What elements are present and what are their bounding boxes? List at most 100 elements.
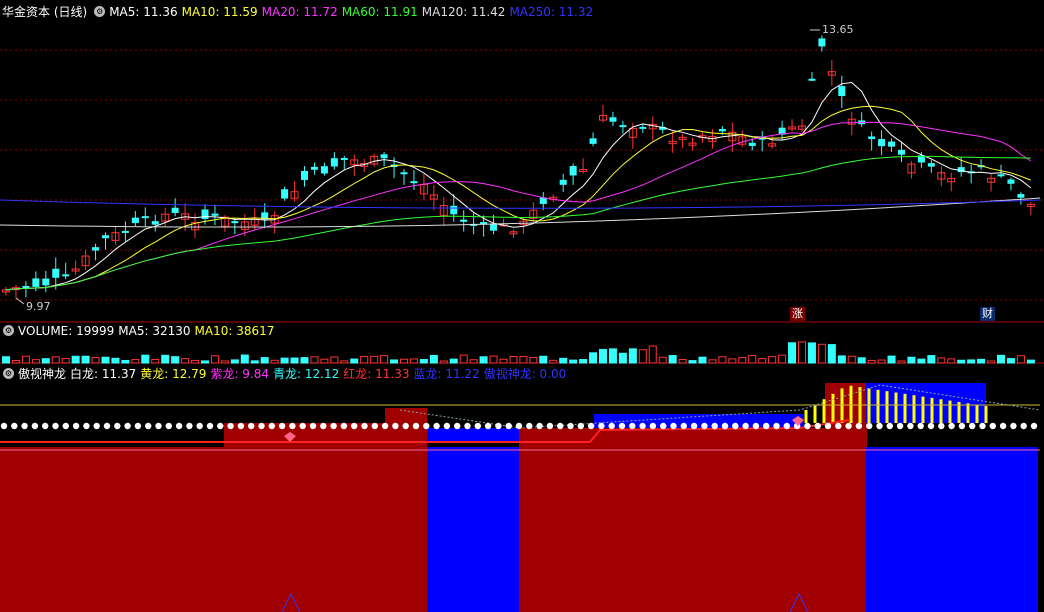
white-dragon-dot [309,422,317,430]
aoshi-dragon-value: 傲视神龙: 0.00 [483,367,567,381]
blue-dragon-value: 蓝龙: 11.22 [413,367,480,381]
candle-body [808,78,816,81]
volume-settings-icon[interactable]: ⚙ [3,325,14,336]
volume-bar [549,359,558,364]
candle-body [410,181,418,184]
volume-bar [191,359,200,364]
white-dragon-dot [31,422,39,430]
volume-bar [131,359,140,364]
white-dragon-dot [103,422,111,430]
white-dragon-dot [237,422,245,430]
volume-bar [927,355,936,364]
volume-bar [360,355,369,364]
price-panel-header: 华金资本 (日线) ⚙ MA5: 11.36 MA10: 11.59 MA20: 11.… [0,3,597,21]
volume-bar [947,358,956,364]
indicator-block [519,428,594,447]
candle-body [490,223,498,231]
white-dragon-dot [598,422,605,430]
white-dragon-dot [93,422,100,430]
volume-bar [101,356,110,364]
volume-bar [569,359,578,364]
white-dragon-dot [433,422,440,430]
white-dragon-dot [443,422,451,430]
white-dragon-dot [1010,422,1017,430]
indicator-zone [519,447,866,612]
volume-value: VOLUME: 19999 [18,324,115,338]
white-dragon-dot [804,422,811,430]
volume-bar [449,358,458,364]
white-dragon-dot [773,422,780,430]
white-dragon-dot [340,422,348,430]
indicator-name[interactable]: 傲视神龙 [18,367,66,381]
volume-bar [867,359,876,364]
volume-bar [81,355,90,364]
low-price-label: 9.97 [26,300,51,313]
candle-body [1017,194,1025,198]
candle-body [301,170,308,180]
white-dragon-dot [484,422,492,430]
white-dragon-dot [835,422,842,430]
volume-bar [987,360,996,364]
settings-gear-icon[interactable]: ⚙ [94,6,106,17]
candle-body [171,207,179,214]
volume-bar [668,355,677,364]
white-dragon-dot [577,422,584,430]
candle-body [559,179,567,185]
volume-bar [210,355,219,364]
candle-body [42,278,50,286]
white-dragon-dot [587,422,595,430]
candle-body [898,149,905,155]
candle-body [151,221,159,225]
limit-up-tag[interactable]: 涨 [790,307,805,321]
volume-bar [788,342,797,364]
volume-bar [181,358,190,364]
stock-title[interactable]: 华金资本 (日线) [2,5,87,19]
volume-bar [529,356,538,364]
white-dragon-dot [1030,422,1038,430]
candle-body [748,142,756,146]
white-dragon-dot [124,422,131,430]
white-dragon-dot [866,422,873,430]
candle-body [310,166,318,170]
volume-bar [509,355,518,364]
white-dragon-dot [412,422,420,430]
ma60-value: MA60: 11.91 [341,5,418,19]
financial-report-tag[interactable]: 财 [980,307,995,321]
volume-bar [857,357,866,364]
volume-bar [91,356,100,364]
white-dragon-dot [608,422,615,430]
indicator-settings-icon[interactable]: ⚙ [3,368,14,379]
volume-bar [201,360,209,364]
ma250-value: MA250: 11.32 [509,5,594,19]
high-price-label: 13.65 [822,23,854,36]
candle-body [619,125,627,128]
volume-bar [599,348,607,364]
candle-body [460,219,468,222]
white-dragon-dot [660,422,667,430]
candle-body [92,247,100,251]
candle-body [320,166,328,174]
white-dragon-dot [618,422,626,430]
white-dragon-dot [752,422,760,430]
white-dragon-dot [948,422,955,430]
volume-bar [370,355,379,364]
candle-body [121,230,129,233]
white-dragon-dot [289,422,296,430]
white-dragon-dot [958,422,966,430]
white-dragon-dot [505,422,512,430]
chart-canvas[interactable] [0,0,1044,612]
volume-bar [877,359,886,364]
cyan-dragon-value: 青龙: 12.12 [273,367,340,381]
white-dragon-dot [268,422,275,430]
ma120-value: MA120: 11.42 [421,5,506,19]
volume-ma5-value: MA5: 32130 [118,324,191,338]
volume-bar [778,354,787,364]
white-dragon-dot [567,422,574,430]
volume-bar [997,354,1005,364]
candle-body [32,278,40,287]
volume-bar [350,358,359,364]
white-dragon-dot [701,422,708,430]
white-dragon-dot [196,422,203,430]
volume-bar [250,360,259,364]
volume-bar [967,359,976,364]
